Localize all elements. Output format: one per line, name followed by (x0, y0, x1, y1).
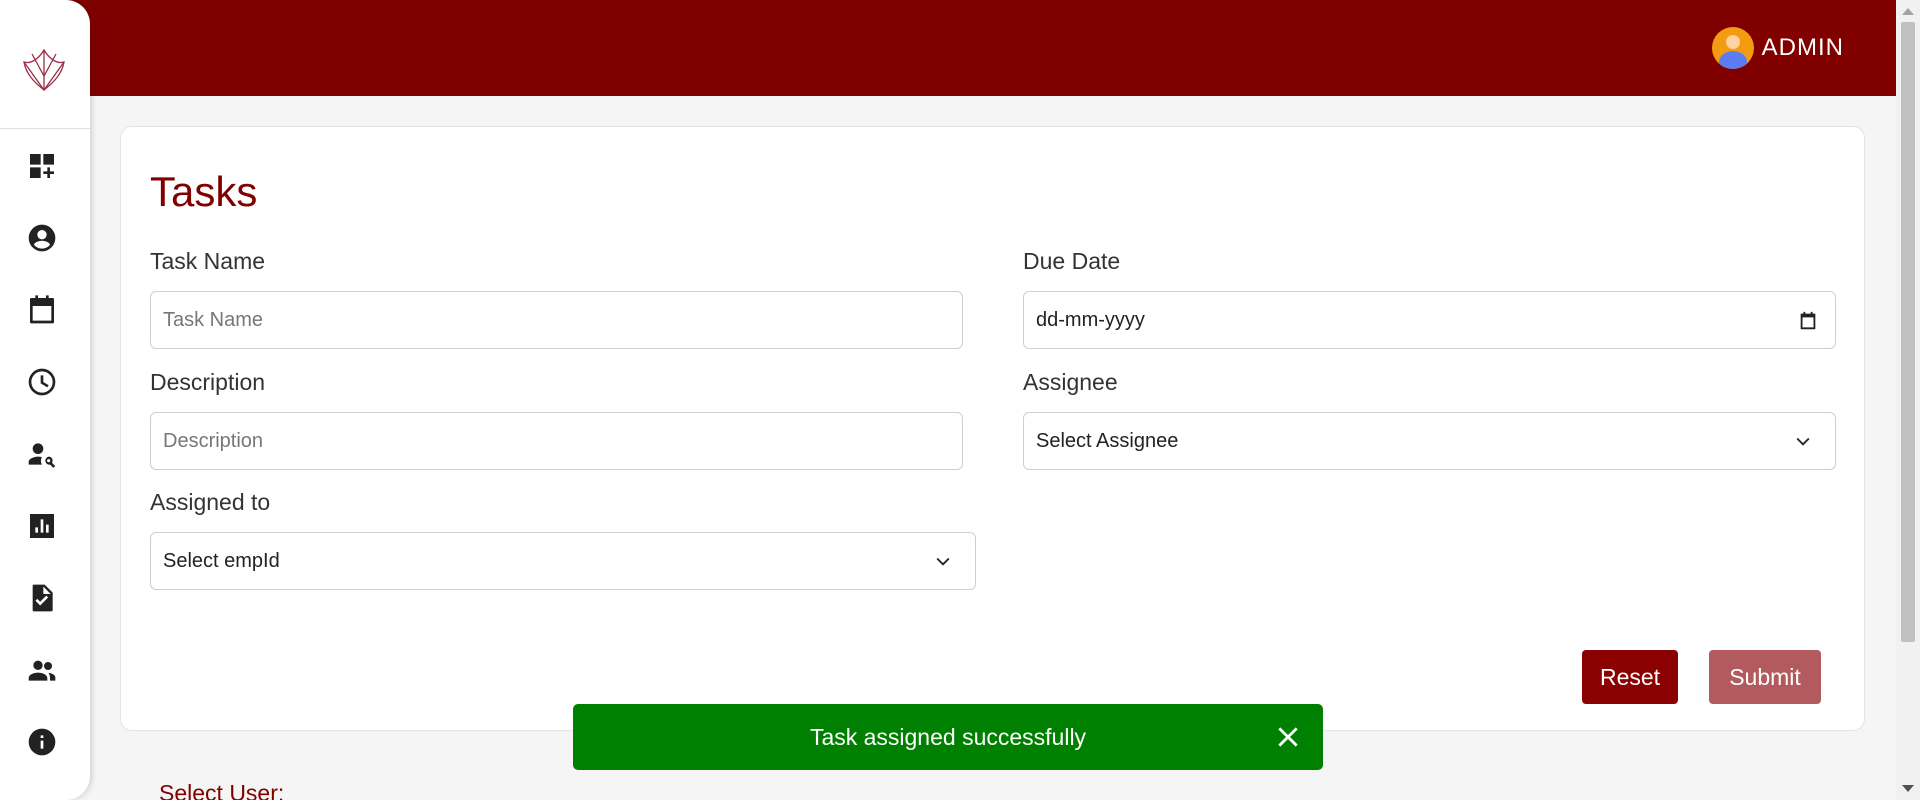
task-name-input[interactable]: Task Name (150, 291, 963, 349)
sidebar-item-calendar[interactable] (26, 294, 58, 326)
scroll-up-arrow[interactable] (1902, 8, 1914, 15)
assignee-label: Assignee (1023, 369, 1118, 395)
logo-divider (0, 128, 90, 129)
logo-icon (23, 48, 65, 92)
reset-button[interactable]: Reset (1582, 650, 1678, 704)
task-name-label: Task Name (150, 248, 266, 274)
info-icon (28, 728, 56, 756)
account-circle-icon (28, 224, 56, 252)
description-placeholder: Description (163, 429, 264, 452)
calendar-picker-icon[interactable] (1797, 310, 1819, 332)
close-icon[interactable] (1275, 724, 1301, 750)
description-input[interactable]: Description (150, 412, 963, 470)
select-user-label: Select User: (159, 780, 285, 800)
task-name-placeholder: Task Name (163, 308, 264, 331)
success-toast: Task assigned successfully (573, 704, 1323, 770)
description-label: Description (150, 369, 266, 395)
scroll-down-arrow[interactable] (1902, 785, 1914, 792)
scrollbar[interactable] (1896, 0, 1920, 800)
assigned-to-selected-value: Select empId (163, 549, 280, 572)
assigned-to-label: Assigned to (150, 489, 271, 515)
assignee-selected-value: Select Assignee (1036, 429, 1179, 452)
sidebar-item-info[interactable] (26, 726, 58, 758)
chevron-down-icon (1796, 437, 1810, 446)
dashboard-add-icon (30, 154, 54, 178)
top-bar: ADMIN (0, 0, 1896, 96)
page-title: Tasks (150, 168, 258, 215)
user-name: ADMIN (1761, 34, 1844, 61)
task-document-icon (32, 584, 53, 612)
toast-message: Task assigned successfully (809, 723, 1087, 750)
due-date-label: Due Date (1023, 248, 1121, 274)
due-date-value: dd-mm-yyyy (1036, 308, 1145, 331)
sidebar-item-dashboard[interactable] (26, 150, 58, 182)
sidebar-item-tasks[interactable] (26, 582, 58, 614)
user-menu[interactable]: ADMIN (1711, 27, 1844, 69)
calendar-icon (30, 295, 54, 324)
due-date-input[interactable]: dd-mm-yyyy (1023, 291, 1836, 349)
sidebar-item-search-user[interactable] (26, 438, 58, 470)
assignee-select[interactable]: Select Assignee (1023, 412, 1836, 470)
sidebar (0, 0, 90, 800)
submit-button[interactable]: Submit (1709, 650, 1821, 704)
sidebar-item-profile[interactable] (26, 222, 58, 254)
clock-icon (28, 368, 56, 396)
sidebar-item-reports[interactable] (26, 510, 58, 542)
sidebar-item-time[interactable] (26, 366, 58, 398)
chevron-down-icon (936, 557, 950, 566)
sidebar-item-team[interactable] (26, 654, 58, 686)
bar-chart-icon (30, 514, 54, 538)
scroll-thumb[interactable] (1901, 22, 1915, 642)
avatar (1711, 27, 1754, 69)
assigned-to-select[interactable]: Select empId (150, 532, 976, 590)
person-search-icon (28, 443, 56, 468)
people-icon (28, 660, 56, 681)
